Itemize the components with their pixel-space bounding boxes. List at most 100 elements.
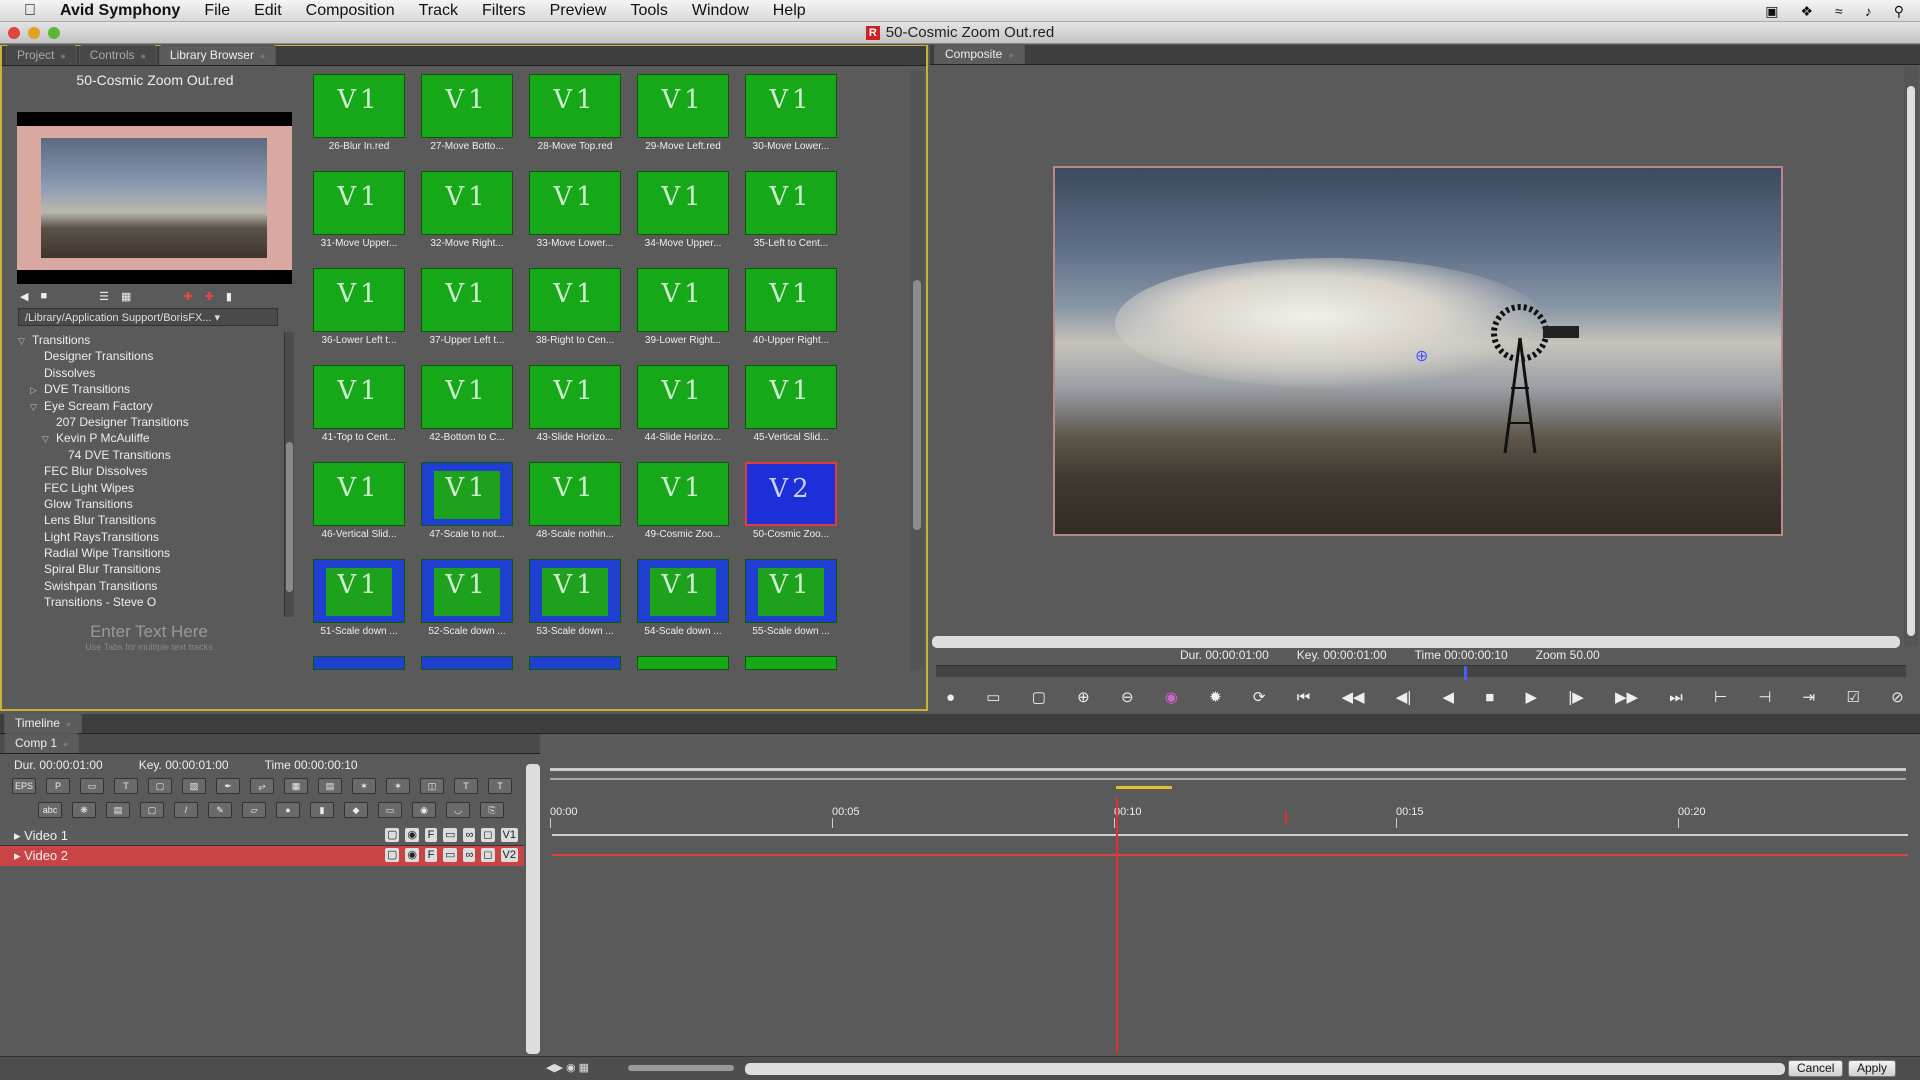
effect2-tool-button[interactable]: ✶ <box>386 778 410 794</box>
preset-thumbnail[interactable]: V1 36-Lower Left t... <box>313 268 405 360</box>
go-to-end-icon[interactable]: ⏭ <box>1669 689 1683 706</box>
abc-tool-button[interactable]: abc <box>38 802 62 818</box>
menu-composition[interactable]: Composition <box>306 2 395 20</box>
safe-area-icon[interactable]: ▢ <box>1032 688 1046 706</box>
grid-scrollbar[interactable] <box>910 70 924 670</box>
play-icon[interactable]: ▶ <box>1526 688 1538 706</box>
eye-icon[interactable]: ◉ <box>405 828 419 842</box>
f-icon[interactable]: F <box>424 828 437 842</box>
preset-thumbnail[interactable]: V1 37-Upper Left t... <box>421 268 513 360</box>
preset-thumbnail[interactable]: V1 31-Move Upper... <box>313 171 405 263</box>
work-area-marker[interactable] <box>1116 786 1172 789</box>
visibility-icon[interactable]: ▢ <box>384 828 400 842</box>
text-entry-field[interactable]: Enter Text Here Use Tabs for multiple te… <box>18 622 280 670</box>
preset-thumbnail[interactable]: V1 47-Scale to not... <box>421 462 513 554</box>
tab-project[interactable]: Project ● <box>6 45 77 65</box>
link-icon[interactable]: ∞ <box>463 848 476 862</box>
preset-thumbnail[interactable]: V1 29-Move Left.red <box>637 74 729 166</box>
preset-thumbnail[interactable]: V1 51-Scale down ... <box>313 559 405 651</box>
tree-item[interactable]: 74 DVE Transitions <box>18 447 280 463</box>
zoom-value[interactable]: 50.00 <box>1570 648 1600 662</box>
preset-thumbnail[interactable]: V1 54-Scale down ... <box>637 559 729 651</box>
wifi-icon[interactable]: ≈ <box>1835 3 1843 19</box>
tree-item[interactable]: Lens Blur Transitions <box>18 512 280 528</box>
center-crosshair-icon[interactable]: ⊕ <box>1415 346 1428 366</box>
folder-tool-button[interactable]: ▤ <box>318 778 342 794</box>
trash-icon[interactable]: ▮ <box>226 290 232 303</box>
preset-thumbnail-partial[interactable] <box>313 656 405 670</box>
pen-tool-button[interactable]: ✒ <box>216 778 240 794</box>
stop-icon[interactable]: ■ <box>1485 689 1494 706</box>
monitor-icon[interactable]: ▭ <box>442 828 458 842</box>
preset-thumbnail[interactable]: V1 52-Scale down ... <box>421 559 513 651</box>
preset-thumbnail[interactable]: V1 55-Scale down ... <box>745 559 837 651</box>
f-icon[interactable]: F <box>424 848 437 862</box>
zoom-slider-icons[interactable]: ◀▶ ◉ ▦ <box>546 1061 589 1074</box>
preset-thumbnail[interactable]: V1 43-Slide Horizo... <box>529 365 621 457</box>
tree-item[interactable]: ▽ Eye Scream Factory <box>18 398 280 414</box>
preset-thumbnail-partial[interactable] <box>745 656 837 670</box>
text-tool-button[interactable]: T <box>114 778 138 794</box>
camera-icon[interactable]: ▣ <box>1765 3 1778 20</box>
search-icon[interactable]: ⚲ <box>1894 3 1904 20</box>
tree-item[interactable]: ▽ Kevin P McAuliffe <box>18 430 280 446</box>
lock-icon[interactable]: ◻ <box>481 848 495 862</box>
keyframe-marker[interactable] <box>1285 812 1287 824</box>
add-key-icon[interactable]: ⊢ <box>1714 688 1727 706</box>
preset-thumbnail[interactable]: V1 30-Move Lower... <box>745 74 837 166</box>
mark-out-icon[interactable]: ⇥ <box>1803 688 1816 706</box>
export-tool-button[interactable]: ⎘ <box>480 802 504 818</box>
visibility-icon[interactable]: ▢ <box>384 848 400 862</box>
volume-icon[interactable]: ♪ <box>1865 3 1872 19</box>
library-path-dropdown[interactable]: /Library/Application Support/BorisFX... … <box>18 308 278 326</box>
track-video-1[interactable]: ▸ Video 1 ▢ ◉ F ▭ ∞ ◻ V1 <box>0 826 524 846</box>
checkbox-icon[interactable]: ☑ <box>1846 688 1859 706</box>
tree-item[interactable]: Radial Wipe Transitions <box>18 545 280 561</box>
brush-tool-button[interactable]: / <box>174 802 198 818</box>
timeline-playhead[interactable] <box>1116 798 1118 1053</box>
render-icon[interactable]: ▭ <box>986 688 1000 706</box>
disclosure-triangle-icon[interactable]: ▽ <box>30 399 44 415</box>
preset-thumbnail[interactable]: V1 33-Move Lower... <box>529 171 621 263</box>
preset-thumbnail[interactable]: V1 35-Left to Cent... <box>745 171 837 263</box>
disable-icon[interactable]: ⊘ <box>1891 688 1904 706</box>
scrubber-playhead[interactable] <box>1464 666 1467 680</box>
composite-vertical-scrollbar[interactable] <box>1904 66 1918 646</box>
menu-filters[interactable]: Filters <box>482 2 526 20</box>
close-icon[interactable]: ● <box>63 739 68 749</box>
gradient-tool-button[interactable]: ▧ <box>182 778 206 794</box>
stop-icon[interactable]: ■ <box>40 290 47 302</box>
box-tool-button[interactable]: ▢ <box>148 778 172 794</box>
composite-horizontal-scrollbar[interactable] <box>932 636 1900 648</box>
paint-tool-button[interactable]: ✎ <box>208 802 232 818</box>
preset-thumbnail[interactable]: V1 28-Move Top.red <box>529 74 621 166</box>
add-favorite-icon[interactable]: ✚ <box>205 290 214 303</box>
disclosure-triangle-icon[interactable]: ▷ <box>30 382 44 398</box>
disclosure-triangle-icon[interactable]: ▽ <box>18 333 32 349</box>
tree-item[interactable]: 207 Designer Transitions <box>18 414 280 430</box>
preset-thumbnail[interactable]: V1 46-Vertical Slid... <box>313 462 405 554</box>
transform-tool-button[interactable]: ⥂ <box>250 778 274 794</box>
type-tool-button[interactable]: T <box>454 778 478 794</box>
cube-tool-button[interactable]: ▱ <box>242 802 266 818</box>
list-view-icon[interactable]: ☰ <box>99 290 109 303</box>
bluetooth-icon[interactable]: ❖ <box>1800 3 1813 20</box>
monitor-icon[interactable]: ▭ <box>442 848 458 862</box>
composite-viewer[interactable]: ⊕ <box>1053 166 1783 536</box>
tab-comp-1[interactable]: Comp 1 ● <box>4 733 80 753</box>
menu-file[interactable]: File <box>204 2 230 20</box>
particle-tool-button[interactable]: ❋ <box>72 802 96 818</box>
menu-track[interactable]: Track <box>419 2 458 20</box>
menu-window[interactable]: Window <box>692 2 749 20</box>
preset-thumbnail-partial[interactable] <box>637 656 729 670</box>
preset-thumbnail[interactable]: V1 27-Move Botto... <box>421 74 513 166</box>
bars-tool-button[interactable]: ▤ <box>106 802 130 818</box>
track-1-keyline[interactable] <box>552 834 1908 836</box>
tree-item[interactable]: ▽ Transitions <box>18 332 280 348</box>
eye-icon[interactable]: ◉ <box>405 848 419 862</box>
color-channels-icon[interactable]: ◉ <box>1165 688 1178 706</box>
film-tool-button[interactable]: ▭ <box>378 802 402 818</box>
timeline-zoom-slider[interactable] <box>628 1065 734 1071</box>
zoom-out-icon[interactable]: ⊖ <box>1121 688 1134 706</box>
tree-item[interactable]: Spiral Blur Transitions <box>18 561 280 577</box>
